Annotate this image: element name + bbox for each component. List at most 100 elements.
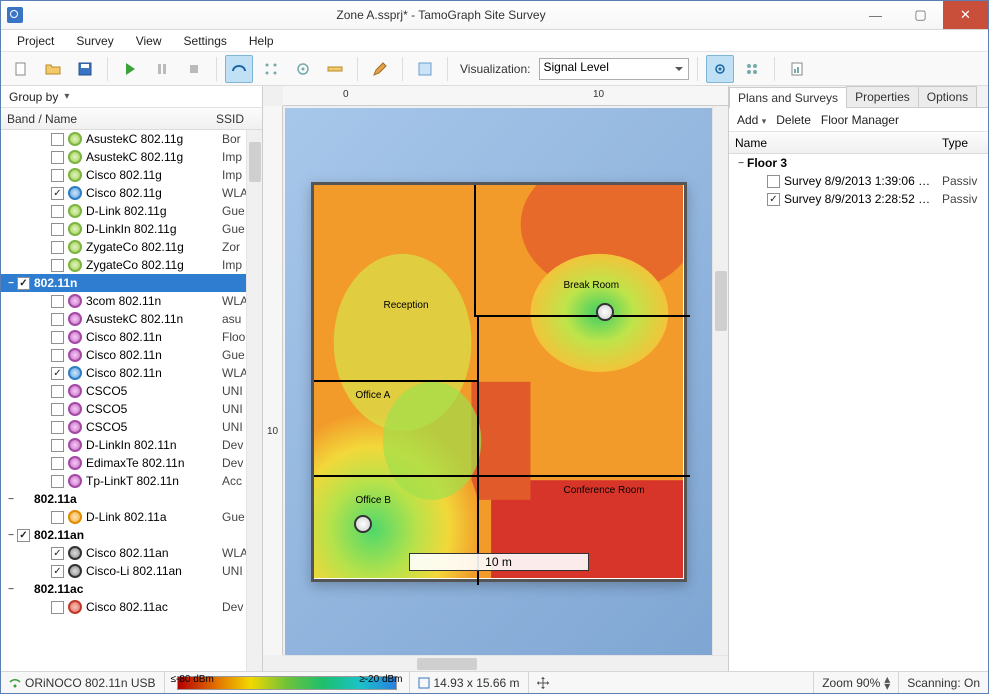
checkbox[interactable] (51, 295, 64, 308)
report-button[interactable] (783, 55, 811, 83)
close-button[interactable]: ✕ (943, 1, 988, 29)
menu-survey[interactable]: Survey (66, 32, 123, 50)
ap-item[interactable]: D-Link 802.11gGue (1, 202, 262, 220)
ap-item[interactable]: Cisco 802.11gImp (1, 166, 262, 184)
stop-button[interactable] (180, 55, 208, 83)
tab-plans[interactable]: Plans and Surveys (729, 87, 847, 108)
checkbox[interactable] (51, 151, 64, 164)
ruler-button[interactable] (321, 55, 349, 83)
ap-item[interactable]: AsustekC 802.11nasu (1, 310, 262, 328)
checkbox[interactable] (17, 529, 30, 542)
checkbox[interactable] (51, 241, 64, 254)
checkbox[interactable] (51, 421, 64, 434)
groupby-dropdown[interactable]: Group by ▾ (1, 86, 262, 108)
ap-item[interactable]: CSCO5UNI (1, 382, 262, 400)
checkbox[interactable] (51, 601, 64, 614)
ap-item[interactable]: Cisco 802.11acDev (1, 598, 262, 616)
checkbox[interactable] (51, 169, 64, 182)
ap-item[interactable]: 3com 802.11nWLA (1, 292, 262, 310)
ap-item[interactable]: Cisco 802.11gWLA (1, 184, 262, 202)
move-tool[interactable] (529, 672, 557, 693)
floor-group[interactable]: −Floor 3 (729, 154, 988, 172)
surveys-tree[interactable]: −Floor 3Survey 8/9/2013 1:39:06 …PassivS… (729, 154, 988, 208)
ap-item[interactable]: CSCO5UNI (1, 400, 262, 418)
visualization-select[interactable]: Signal Level (539, 58, 689, 80)
checkbox[interactable] (51, 223, 64, 236)
multi-ap-button[interactable] (738, 55, 766, 83)
left-scrollbar[interactable] (246, 130, 262, 671)
add-button[interactable]: Add ▾ (737, 113, 766, 127)
point-mode-button[interactable] (257, 55, 285, 83)
ap-item[interactable]: EdimaxTe 802.11nDev (1, 454, 262, 472)
ap-item[interactable]: AsustekC 802.11gImp (1, 148, 262, 166)
checkbox[interactable] (51, 385, 64, 398)
new-button[interactable] (7, 55, 35, 83)
ap-item[interactable]: D-Link 802.11aGue (1, 508, 262, 526)
canvas[interactable]: Reception Break Room Office A Office B C… (285, 108, 712, 655)
ap-group[interactable]: −802.11ac (1, 580, 262, 598)
save-button[interactable] (71, 55, 99, 83)
ap-item[interactable]: Cisco 802.11nGue (1, 346, 262, 364)
ap-item[interactable]: ZygateCo 802.11gImp (1, 256, 262, 274)
canvas-scroll-v[interactable] (712, 106, 728, 655)
ap-item[interactable]: Tp-LinkT 802.11nAcc (1, 472, 262, 490)
checkbox[interactable] (51, 403, 64, 416)
checkbox[interactable] (51, 205, 64, 218)
menu-settings[interactable]: Settings (174, 32, 237, 50)
ap-item[interactable]: D-LinkIn 802.11gGue (1, 220, 262, 238)
ap-group[interactable]: −802.11a (1, 490, 262, 508)
canvas-scroll-h[interactable] (283, 655, 728, 671)
maximize-button[interactable]: ▢ (898, 1, 943, 29)
floor-manager-button[interactable]: Floor Manager (821, 113, 899, 127)
ap-item[interactable]: Cisco 802.11nFloo (1, 328, 262, 346)
col-type[interactable]: Type (942, 136, 988, 150)
survey-item[interactable]: Survey 8/9/2013 2:28:52 …Passiv (729, 190, 988, 208)
survey-item[interactable]: Survey 8/9/2013 1:39:06 …Passiv (729, 172, 988, 190)
delete-button[interactable]: Delete (776, 113, 811, 127)
access-point-icon[interactable] (354, 515, 372, 533)
ap-item[interactable]: Cisco 802.11anWLA (1, 544, 262, 562)
open-button[interactable] (39, 55, 67, 83)
ap-group[interactable]: −802.11n (1, 274, 262, 292)
ap-item[interactable]: AsustekC 802.11gBor (1, 130, 262, 148)
checkbox[interactable] (767, 193, 780, 206)
tab-properties[interactable]: Properties (846, 86, 919, 107)
col-band-name[interactable]: Band / Name (1, 112, 216, 126)
access-point-icon[interactable] (596, 303, 614, 321)
checkbox[interactable] (767, 175, 780, 188)
ap-item[interactable]: CSCO5UNI (1, 418, 262, 436)
checkbox[interactable] (17, 277, 30, 290)
checkbox[interactable] (51, 331, 64, 344)
checkbox[interactable] (51, 565, 64, 578)
checkbox[interactable] (51, 133, 64, 146)
col-name[interactable]: Name (729, 136, 942, 150)
ap-item[interactable]: D-LinkIn 802.11nDev (1, 436, 262, 454)
checkbox[interactable] (51, 547, 64, 560)
zoom-status[interactable]: Zoom 90% ▴▾ (814, 672, 898, 693)
continuous-mode-button[interactable] (225, 55, 253, 83)
checkbox[interactable] (51, 367, 64, 380)
checkbox[interactable] (51, 457, 64, 470)
ap-item[interactable]: Cisco 802.11nWLA (1, 364, 262, 382)
gps-button[interactable] (289, 55, 317, 83)
ap-tree[interactable]: AsustekC 802.11gBorAsustekC 802.11gImpCi… (1, 130, 262, 671)
checkbox[interactable] (51, 511, 64, 524)
checkbox[interactable] (51, 187, 64, 200)
ap-item[interactable]: Cisco-Li 802.11anUNI (1, 562, 262, 580)
menu-view[interactable]: View (126, 32, 172, 50)
ap-group[interactable]: −802.11an (1, 526, 262, 544)
minimize-button[interactable]: — (853, 1, 898, 29)
checkbox[interactable] (51, 439, 64, 452)
checkbox[interactable] (51, 475, 64, 488)
edit-button[interactable] (366, 55, 394, 83)
single-ap-button[interactable] (706, 55, 734, 83)
checkbox[interactable] (51, 349, 64, 362)
pause-button[interactable] (148, 55, 176, 83)
col-ssid[interactable]: SSID (216, 112, 262, 126)
play-button[interactable] (116, 55, 144, 83)
menu-project[interactable]: Project (7, 32, 64, 50)
tab-options[interactable]: Options (918, 86, 977, 107)
ap-item[interactable]: ZygateCo 802.11gZor (1, 238, 262, 256)
rf-planner-button[interactable] (411, 55, 439, 83)
checkbox[interactable] (51, 313, 64, 326)
